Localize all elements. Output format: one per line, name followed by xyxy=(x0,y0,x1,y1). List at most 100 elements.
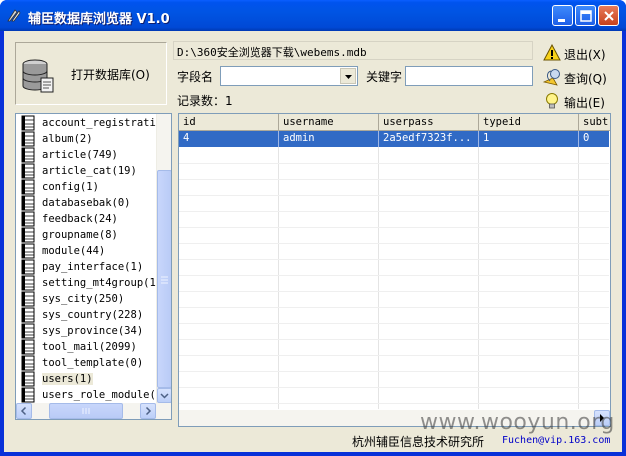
table-list-item[interactable]: sys_country(228) xyxy=(16,307,159,323)
exit-label: 退出(X) xyxy=(564,48,606,62)
table-list-item-label: databasebak(0) xyxy=(42,197,131,209)
app-window: 辅臣数据库浏览器 V1.0 打开数据库(O) D:\360安全浏览器下载\web… xyxy=(0,0,626,456)
table-cell: 1 xyxy=(479,131,579,147)
table-cell: 4 xyxy=(179,131,279,147)
window-title: 辅臣数据库浏览器 V1.0 xyxy=(28,12,170,27)
table-cell: 0 xyxy=(579,131,610,147)
scroll-right-button[interactable] xyxy=(140,403,156,419)
table-list-item[interactable]: tool_mail(2099) xyxy=(16,339,159,355)
table-list-item[interactable]: sys_city(250) xyxy=(16,291,159,307)
grid-line xyxy=(179,195,609,196)
table-list-item[interactable]: article(749) xyxy=(16,147,159,163)
company-name: 杭州辅臣信息技术研究所 xyxy=(352,435,485,449)
table-list-item-label: feedback(24) xyxy=(42,213,118,225)
table-list-item[interactable]: pay_interface(1) xyxy=(16,259,159,275)
table-list-item-label: article(749) xyxy=(42,149,118,161)
lightbulb-icon xyxy=(546,93,558,109)
grid-line xyxy=(378,147,379,409)
table-list-item-label: article_cat(19) xyxy=(42,165,137,177)
warning-icon xyxy=(543,44,561,61)
table-list-item-label: config(1) xyxy=(42,181,99,193)
table-list-item-label: sys_city(250) xyxy=(42,293,125,305)
scroll-thumb[interactable] xyxy=(157,170,171,388)
field-name-select[interactable] xyxy=(220,66,358,86)
grid-line xyxy=(179,211,609,212)
close-button[interactable] xyxy=(598,5,619,26)
table-list-item-label: album(2) xyxy=(42,133,93,145)
database-icon xyxy=(22,59,54,93)
column-header[interactable]: id xyxy=(179,114,279,131)
export-button[interactable]: 输出(E) xyxy=(539,89,611,111)
table-list-item[interactable]: module(44) xyxy=(16,243,159,259)
table-list-item[interactable]: account_registratio xyxy=(16,115,159,131)
grid-line xyxy=(179,339,609,340)
grid-line xyxy=(179,307,609,308)
table-list-item[interactable]: groupname(8) xyxy=(16,227,159,243)
table-list-vertical-scrollbar[interactable] xyxy=(156,114,171,403)
table-icon xyxy=(21,131,35,147)
table-list-item-label: sys_province(34) xyxy=(42,325,144,337)
scroll-thumb[interactable] xyxy=(49,403,123,419)
grid-line xyxy=(179,403,609,404)
table-icon xyxy=(21,387,35,403)
grid-line xyxy=(179,355,609,356)
scroll-left-button[interactable] xyxy=(16,403,32,419)
maximize-icon xyxy=(580,10,592,22)
table-list-item-label: tool_template(0) xyxy=(42,357,144,369)
grid-line xyxy=(179,243,609,244)
table-list-item[interactable]: article_cat(19) xyxy=(16,163,159,179)
scroll-down-button[interactable] xyxy=(157,388,171,403)
grid-line xyxy=(179,227,609,228)
column-header[interactable]: typeid xyxy=(479,114,579,131)
table-list-horizontal-scrollbar[interactable] xyxy=(16,403,171,419)
dropdown-button[interactable] xyxy=(340,68,356,84)
grid-line xyxy=(179,163,609,164)
table-list-item-label: users_role_module(6: xyxy=(42,389,159,401)
table-list-item[interactable]: config(1) xyxy=(16,179,159,195)
exit-button[interactable]: 退出(X) xyxy=(539,41,611,63)
column-header[interactable]: subt xyxy=(579,114,610,131)
grid-line xyxy=(578,147,579,409)
table-list-item-label: tool_mail(2099) xyxy=(42,341,137,353)
open-database-label: 打开数据库(O) xyxy=(71,68,150,82)
results-grid[interactable]: id username userpass typeid subt 4 admin 2a5ed… xyxy=(178,113,611,427)
app-icon xyxy=(7,9,21,22)
query-icon xyxy=(543,69,560,86)
open-database-button[interactable]: 打开数据库(O) xyxy=(15,42,167,105)
table-list-item-label: groupname(8) xyxy=(42,229,118,241)
grip-icon xyxy=(161,276,168,284)
close-icon xyxy=(604,11,614,21)
grid-line xyxy=(478,147,479,409)
minimize-button[interactable] xyxy=(552,5,573,26)
table-list-item[interactable]: users(1) xyxy=(16,371,159,387)
grid-line xyxy=(179,179,609,180)
minimize-icon xyxy=(558,19,565,22)
table-icon xyxy=(21,355,35,371)
table-list[interactable]: users_role_module(6: users(1) tool_templat… xyxy=(15,113,172,420)
table-icon xyxy=(21,115,35,131)
title-bar[interactable]: 辅臣数据库浏览器 V1.0 xyxy=(0,0,626,31)
table-row[interactable]: 4 admin 2a5edf7323f... 1 0 xyxy=(179,131,609,147)
column-header[interactable]: username xyxy=(279,114,379,131)
keyword-input[interactable] xyxy=(405,66,533,86)
query-button[interactable]: 查询(Q) xyxy=(539,65,611,87)
query-label: 查询(Q) xyxy=(564,72,607,86)
chevron-down-icon xyxy=(345,75,352,79)
table-list-item[interactable]: tool_template(0) xyxy=(16,355,159,371)
table-list-item[interactable]: databasebak(0) xyxy=(16,195,159,211)
table-list-item[interactable]: album(2) xyxy=(16,131,159,147)
table-icon xyxy=(21,163,35,179)
table-list-item[interactable]: users_role_module(6: xyxy=(16,387,159,403)
table-list-item[interactable]: sys_province(34) xyxy=(16,323,159,339)
grid-line xyxy=(179,291,609,292)
table-list-item[interactable]: setting_mt4group(12 xyxy=(16,275,159,291)
contact-email[interactable]: Fuchen@vip.163.com xyxy=(502,435,610,446)
table-list-item[interactable]: feedback(24) xyxy=(16,211,159,227)
table-icon xyxy=(21,195,35,211)
grid-line xyxy=(179,371,609,372)
table-icon xyxy=(21,243,35,259)
maximize-button[interactable] xyxy=(575,5,596,26)
table-icon xyxy=(21,339,35,355)
grip-icon xyxy=(82,408,90,414)
column-header[interactable]: userpass xyxy=(379,114,479,131)
